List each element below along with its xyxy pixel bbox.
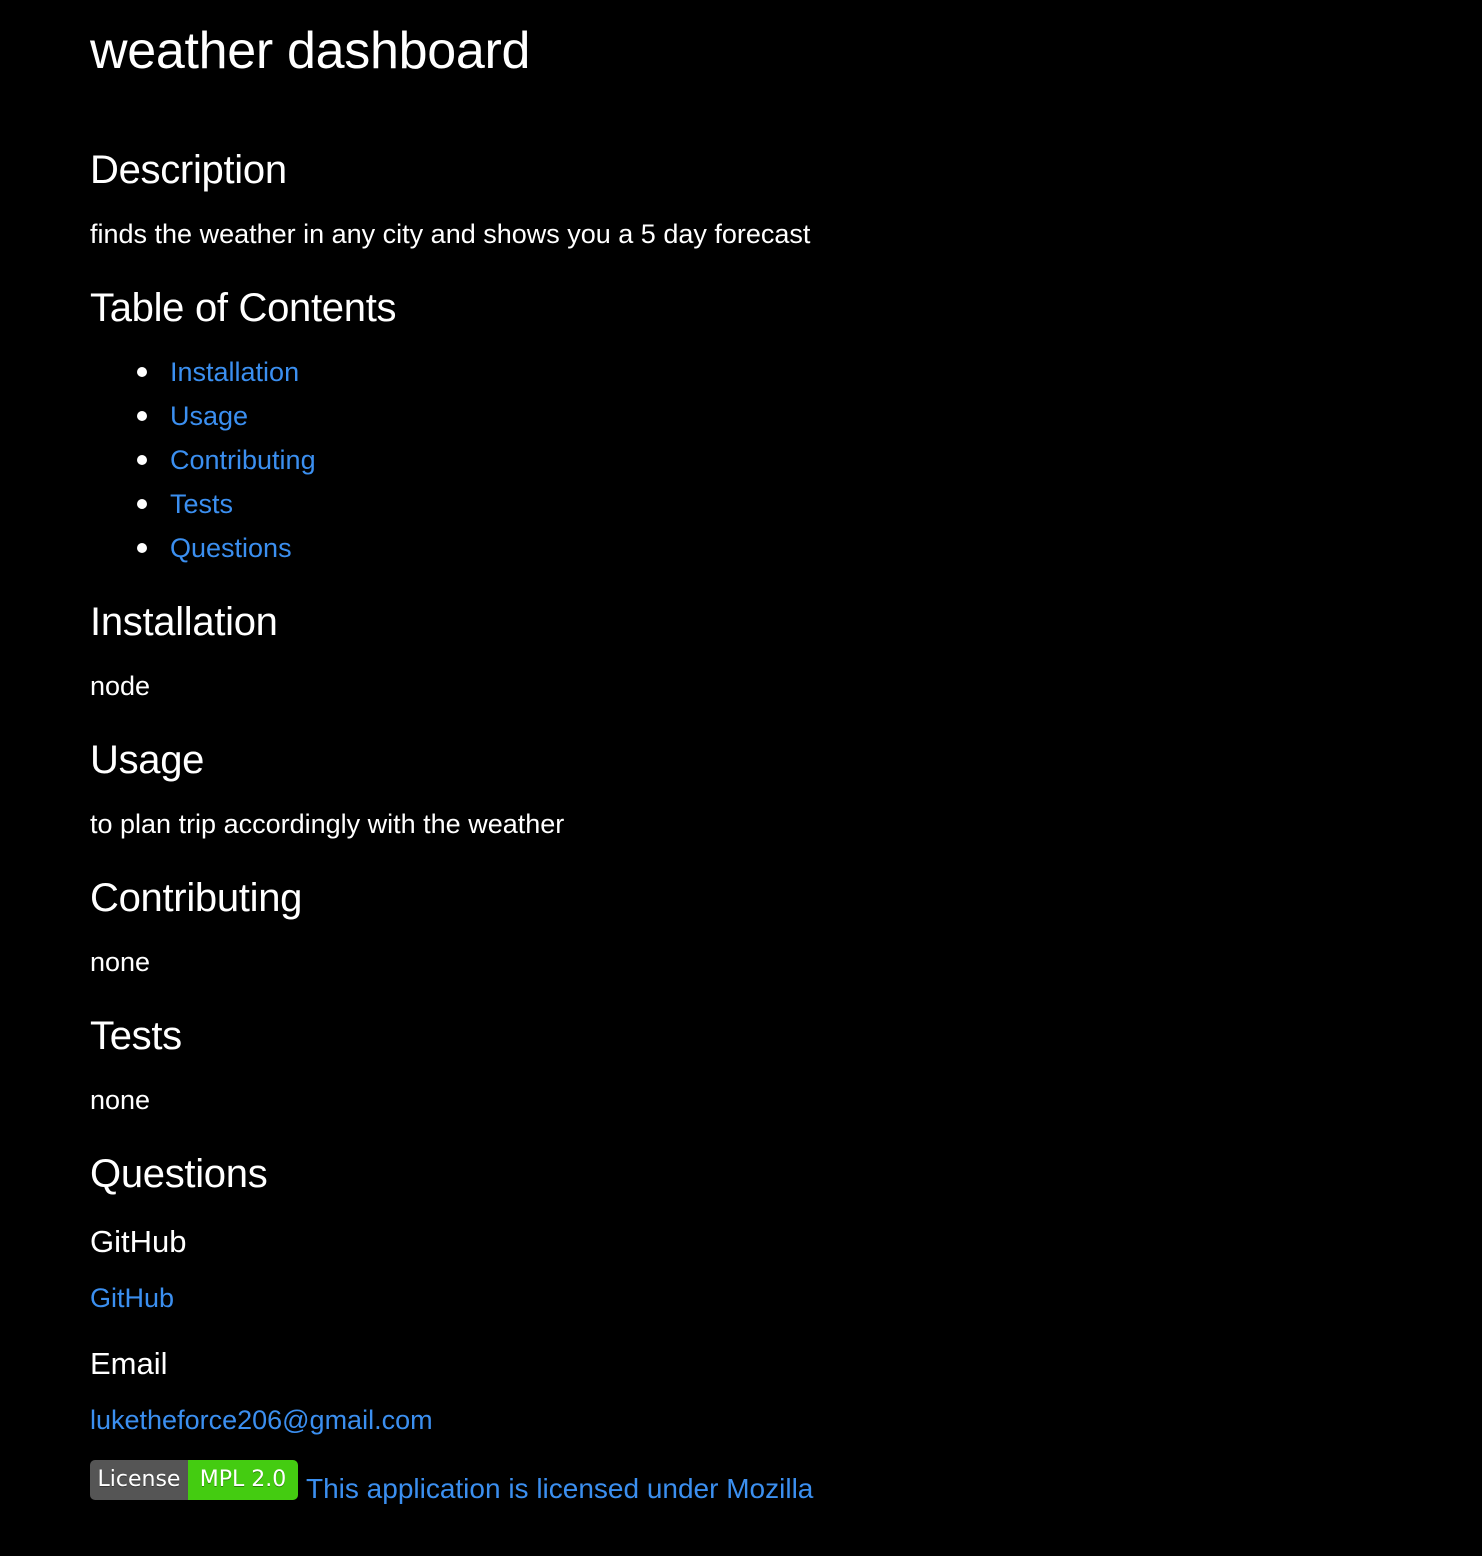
description-text: finds the weather in any city and shows … bbox=[90, 219, 811, 249]
page-title: weather dashboard bbox=[90, 22, 531, 80]
bullet-icon bbox=[137, 367, 147, 377]
installation-text: node bbox=[90, 671, 151, 701]
bullet-icon bbox=[137, 411, 147, 421]
email-link[interactable]: luketheforce206@gmail.com bbox=[90, 1405, 433, 1435]
toc-item-usage: Usage bbox=[90, 397, 316, 441]
license-badge[interactable]: License MPL 2.0 bbox=[90, 1460, 298, 1500]
email-heading: Email bbox=[90, 1346, 168, 1381]
license-badge-label: License bbox=[90, 1460, 188, 1500]
toc-heading: Table of Contents bbox=[90, 286, 397, 330]
description-heading: Description bbox=[90, 148, 287, 192]
bullet-icon bbox=[137, 499, 147, 509]
questions-heading: Questions bbox=[90, 1152, 268, 1196]
toc-link-contributing[interactable]: Contributing bbox=[170, 445, 316, 475]
contributing-heading: Contributing bbox=[90, 876, 303, 920]
toc-list: Installation Usage Contributing Tests Qu… bbox=[90, 353, 316, 573]
contributing-text: none bbox=[90, 947, 151, 977]
toc-item-installation: Installation bbox=[90, 353, 316, 397]
toc-item-contributing: Contributing bbox=[90, 441, 316, 485]
license-link[interactable]: This application is licensed under Mozil… bbox=[306, 1472, 813, 1506]
license-badge-value: MPL 2.0 bbox=[188, 1460, 298, 1500]
bullet-icon bbox=[137, 543, 147, 553]
toc-item-questions: Questions bbox=[90, 529, 316, 573]
tests-text: none bbox=[90, 1085, 151, 1115]
github-link[interactable]: GitHub bbox=[90, 1283, 174, 1313]
toc-item-tests: Tests bbox=[90, 485, 316, 529]
toc-link-tests[interactable]: Tests bbox=[170, 489, 233, 519]
toc-link-questions[interactable]: Questions bbox=[170, 533, 292, 563]
bullet-icon bbox=[137, 455, 147, 465]
installation-heading: Installation bbox=[90, 600, 278, 644]
toc-link-usage[interactable]: Usage bbox=[170, 401, 248, 431]
usage-heading: Usage bbox=[90, 738, 205, 782]
toc-link-installation[interactable]: Installation bbox=[170, 357, 299, 387]
github-heading: GitHub bbox=[90, 1224, 187, 1259]
tests-heading: Tests bbox=[90, 1014, 182, 1058]
usage-text: to plan trip accordingly with the weathe… bbox=[90, 809, 565, 839]
